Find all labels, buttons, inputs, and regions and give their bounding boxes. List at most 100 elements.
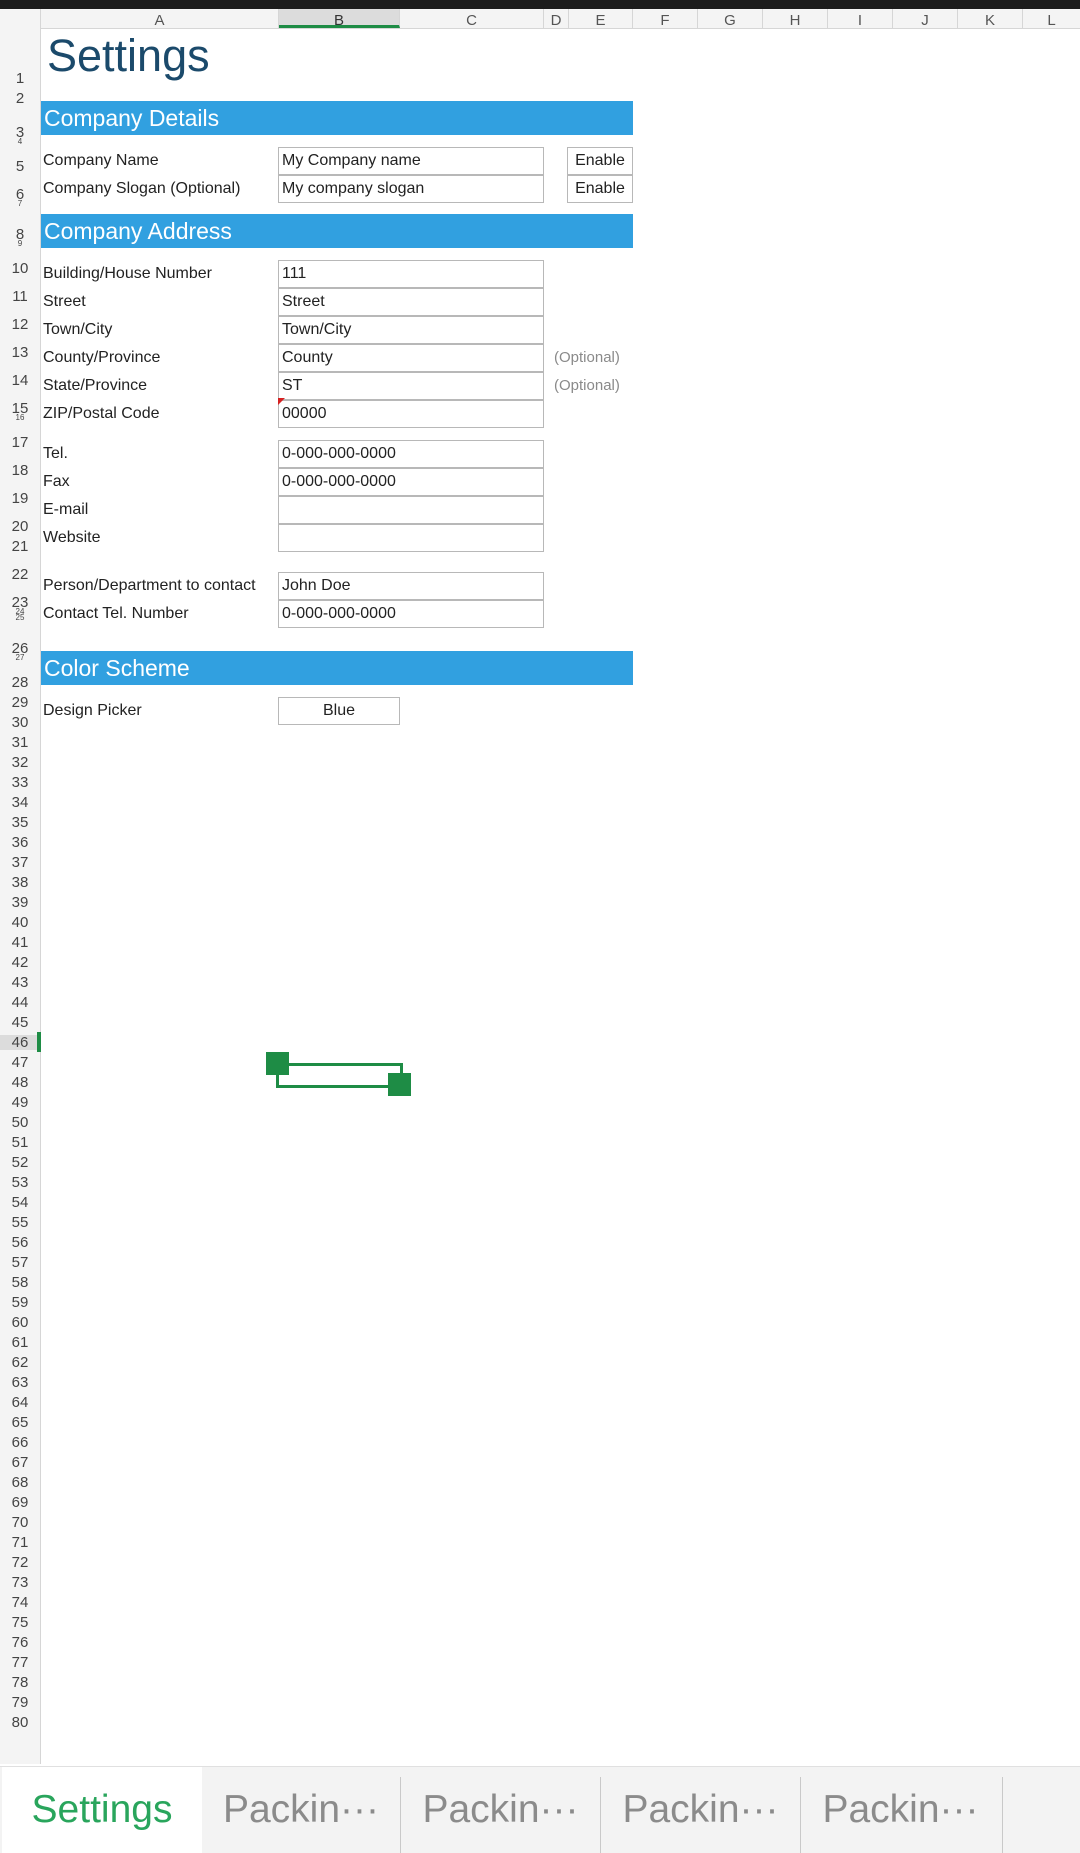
- column-header-l[interactable]: L: [1023, 9, 1080, 28]
- row-header-16[interactable]: 16: [0, 414, 40, 422]
- street-field[interactable]: Street: [278, 288, 544, 316]
- row-header-70[interactable]: 70: [0, 1515, 40, 1530]
- row-header-1[interactable]: 1: [0, 71, 40, 86]
- row-header-68[interactable]: 68: [0, 1475, 40, 1490]
- row-header-53[interactable]: 53: [0, 1175, 40, 1190]
- row-header-65[interactable]: 65: [0, 1415, 40, 1430]
- row-header-54[interactable]: 54: [0, 1195, 40, 1210]
- row-header-78[interactable]: 78: [0, 1675, 40, 1690]
- column-header-c[interactable]: C: [400, 9, 544, 28]
- row-header-44[interactable]: 44: [0, 995, 40, 1010]
- row-header-31[interactable]: 31: [0, 735, 40, 750]
- row-header-47[interactable]: 47: [0, 1055, 40, 1070]
- row-header-7[interactable]: 7: [0, 200, 40, 208]
- sheet-tab-packing-3[interactable]: Packin···: [601, 1767, 800, 1853]
- row-header-71[interactable]: 71: [0, 1535, 40, 1550]
- row-header-12[interactable]: 12: [0, 317, 40, 332]
- row-header-49[interactable]: 49: [0, 1095, 40, 1110]
- row-header-11[interactable]: 11: [0, 289, 40, 304]
- row-header-38[interactable]: 38: [0, 875, 40, 890]
- row-header-32[interactable]: 32: [0, 755, 40, 770]
- row-header-57[interactable]: 57: [0, 1255, 40, 1270]
- row-header-39[interactable]: 39: [0, 895, 40, 910]
- tel-field[interactable]: 0-000-000-0000: [278, 440, 544, 468]
- row-header-43[interactable]: 43: [0, 975, 40, 990]
- town-city-field[interactable]: Town/City: [278, 316, 544, 344]
- row-header-56[interactable]: 56: [0, 1235, 40, 1250]
- state-province-field[interactable]: ST: [278, 372, 544, 400]
- row-header-34[interactable]: 34: [0, 795, 40, 810]
- row-header-62[interactable]: 62: [0, 1355, 40, 1370]
- row-header-22[interactable]: 22: [0, 567, 40, 582]
- row-header-64[interactable]: 64: [0, 1395, 40, 1410]
- sheet-tab-packing-2[interactable]: Packin···: [401, 1767, 600, 1853]
- column-header-d[interactable]: D: [544, 9, 569, 28]
- row-header-58[interactable]: 58: [0, 1275, 40, 1290]
- row-header-46[interactable]: 46: [0, 1035, 40, 1050]
- row-header-77[interactable]: 77: [0, 1655, 40, 1670]
- row-header-61[interactable]: 61: [0, 1335, 40, 1350]
- selection-start-handle[interactable]: [266, 1052, 289, 1075]
- company-slogan-field[interactable]: My company slogan: [278, 175, 544, 203]
- row-header-33[interactable]: 33: [0, 775, 40, 790]
- row-header-66[interactable]: 66: [0, 1435, 40, 1450]
- row-header-10[interactable]: 10: [0, 261, 40, 276]
- row-header-35[interactable]: 35: [0, 815, 40, 830]
- design-picker-dropdown[interactable]: Blue: [278, 697, 400, 725]
- row-header-25[interactable]: 25: [0, 614, 40, 622]
- row-header-74[interactable]: 74: [0, 1595, 40, 1610]
- column-header-k[interactable]: K: [958, 9, 1023, 28]
- row-header-40[interactable]: 40: [0, 915, 40, 930]
- row-header-9[interactable]: 9: [0, 240, 40, 248]
- row-header-20[interactable]: 20: [0, 519, 40, 534]
- row-header-30[interactable]: 30: [0, 715, 40, 730]
- row-header-67[interactable]: 67: [0, 1455, 40, 1470]
- row-header-45[interactable]: 45: [0, 1015, 40, 1030]
- row-header-28[interactable]: 28: [0, 675, 40, 690]
- row-header-21[interactable]: 21: [0, 539, 40, 554]
- row-header-72[interactable]: 72: [0, 1555, 40, 1570]
- zip-postal-code-field[interactable]: 00000: [278, 400, 544, 428]
- company-name-field[interactable]: My Company name: [278, 147, 544, 175]
- row-header-63[interactable]: 63: [0, 1375, 40, 1390]
- row-header-73[interactable]: 73: [0, 1575, 40, 1590]
- column-header-g[interactable]: G: [698, 9, 763, 28]
- sheet-tab-packing-4[interactable]: Packin···: [801, 1767, 1000, 1853]
- row-header-59[interactable]: 59: [0, 1295, 40, 1310]
- row-header-2[interactable]: 2: [0, 91, 40, 106]
- row-header-48[interactable]: 48: [0, 1075, 40, 1090]
- company-name-enable-toggle[interactable]: Enable: [567, 147, 633, 175]
- row-header-13[interactable]: 13: [0, 345, 40, 360]
- row-header-5[interactable]: 5: [0, 159, 40, 174]
- row-header-75[interactable]: 75: [0, 1615, 40, 1630]
- county-province-field[interactable]: County: [278, 344, 544, 372]
- row-header-79[interactable]: 79: [0, 1695, 40, 1710]
- column-header-i[interactable]: I: [828, 9, 893, 28]
- column-header-b[interactable]: B: [279, 9, 400, 28]
- column-header-e[interactable]: E: [569, 9, 633, 28]
- row-header-50[interactable]: 50: [0, 1115, 40, 1130]
- fax-field[interactable]: 0-000-000-0000: [278, 468, 544, 496]
- row-header-4[interactable]: 4: [0, 138, 40, 146]
- website-field[interactable]: [278, 524, 544, 552]
- row-header-60[interactable]: 60: [0, 1315, 40, 1330]
- comment-indicator-icon[interactable]: [278, 398, 285, 405]
- row-header-29[interactable]: 29: [0, 695, 40, 710]
- row-header-76[interactable]: 76: [0, 1635, 40, 1650]
- row-header-42[interactable]: 42: [0, 955, 40, 970]
- row-header-18[interactable]: 18: [0, 463, 40, 478]
- contact-person-field[interactable]: John Doe: [278, 572, 544, 600]
- building-number-field[interactable]: 111: [278, 260, 544, 288]
- column-header-h[interactable]: H: [763, 9, 828, 28]
- row-header-69[interactable]: 69: [0, 1495, 40, 1510]
- row-header-37[interactable]: 37: [0, 855, 40, 870]
- row-header-19[interactable]: 19: [0, 491, 40, 506]
- email-field[interactable]: [278, 496, 544, 524]
- row-header-52[interactable]: 52: [0, 1155, 40, 1170]
- select-all-corner[interactable]: [0, 9, 41, 28]
- column-header-j[interactable]: J: [893, 9, 958, 28]
- selection-end-handle[interactable]: [388, 1073, 411, 1096]
- column-header-f[interactable]: F: [633, 9, 698, 28]
- sheet-tab-settings[interactable]: Settings: [2, 1767, 202, 1853]
- contact-tel-field[interactable]: 0-000-000-0000: [278, 600, 544, 628]
